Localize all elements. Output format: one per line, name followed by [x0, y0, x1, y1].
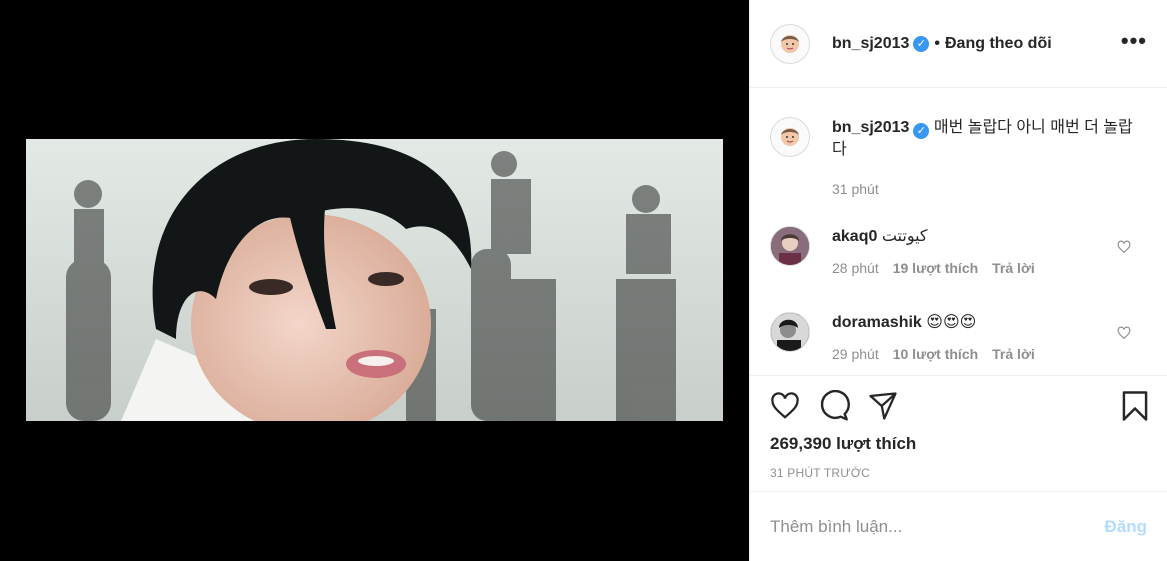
caption: bn_sj2013 ✓ 매번 놀랍다 아니 매번 더 놀랍다 31 phút [770, 117, 1147, 197]
post-comment-button[interactable]: Đăng [1105, 517, 1148, 537]
comments-list[interactable]: bn_sj2013 ✓ 매번 놀랍다 아니 매번 더 놀랍다 31 phút ak… [750, 89, 1167, 375]
caption-username[interactable]: bn_sj2013 [832, 119, 909, 136]
verified-badge-icon: ✓ [913, 123, 930, 139]
author-avatar[interactable] [770, 23, 810, 64]
heart-icon[interactable] [770, 391, 800, 421]
memoji-avatar-icon [781, 128, 799, 146]
post-image-art [26, 139, 723, 421]
like-count[interactable]: 269,390 lượt thích [770, 434, 1147, 454]
comment-likes[interactable]: 19 lượt thích [893, 260, 978, 276]
following-button[interactable]: Đang theo dõi [945, 35, 1052, 53]
post-actions: 269,390 lượt thích 31 PHÚT TRƯỚC [750, 375, 1167, 491]
verified-badge-icon: ✓ [913, 35, 930, 52]
post-image[interactable] [26, 139, 723, 421]
comment-username[interactable]: doramashik [832, 314, 922, 331]
user-photo-icon [771, 313, 809, 351]
reply-button[interactable]: Trả lời [992, 346, 1035, 362]
caption-text: bn_sj2013 ✓ 매번 놀랍다 아니 매번 더 놀랍다 [832, 117, 1147, 161]
comment-like-heart-icon[interactable] [1117, 326, 1131, 340]
comment-text: 😍😍😍 [926, 314, 977, 331]
caption-time[interactable]: 31 phút [832, 181, 879, 197]
memoji-avatar-icon [781, 34, 799, 53]
comment-username[interactable]: akaq0 [832, 228, 877, 245]
more-options-icon[interactable]: ••• [1121, 30, 1147, 52]
add-comment-bar: Đăng [750, 491, 1167, 561]
user-photo-icon [771, 227, 809, 265]
comment-text: کیوتتت [881, 228, 928, 245]
comment-likes[interactable]: 10 lượt thích [893, 346, 978, 362]
post-side-panel: bn_sj2013 ✓ • Đang theo dõi ••• bn_sj201… [749, 0, 1167, 561]
commenter-avatar[interactable] [770, 226, 810, 266]
separator-dot: • [934, 34, 940, 52]
reply-button[interactable]: Trả lời [992, 260, 1035, 276]
author-username[interactable]: bn_sj2013 [832, 35, 909, 53]
post-media [0, 0, 749, 561]
comment-item: doramashik 😍😍😍 29 phút 10 lượt thích Trả… [770, 312, 1147, 362]
author-avatar[interactable] [770, 117, 810, 157]
bookmark-icon[interactable] [1121, 390, 1149, 422]
comment-item: akaq0 کیوتتت 28 phút 19 lượt thích Trả l… [770, 226, 1147, 276]
share-icon[interactable] [868, 391, 898, 421]
comment-icon[interactable] [818, 390, 850, 422]
comment-input[interactable] [770, 516, 1105, 537]
post-timestamp[interactable]: 31 PHÚT TRƯỚC [770, 466, 1147, 480]
comment-like-heart-icon[interactable] [1117, 240, 1131, 254]
post-header: bn_sj2013 ✓ • Đang theo dõi ••• [750, 0, 1167, 88]
comment-time[interactable]: 29 phút [832, 346, 879, 362]
commenter-avatar[interactable] [770, 312, 810, 352]
comment-time[interactable]: 28 phút [832, 260, 879, 276]
